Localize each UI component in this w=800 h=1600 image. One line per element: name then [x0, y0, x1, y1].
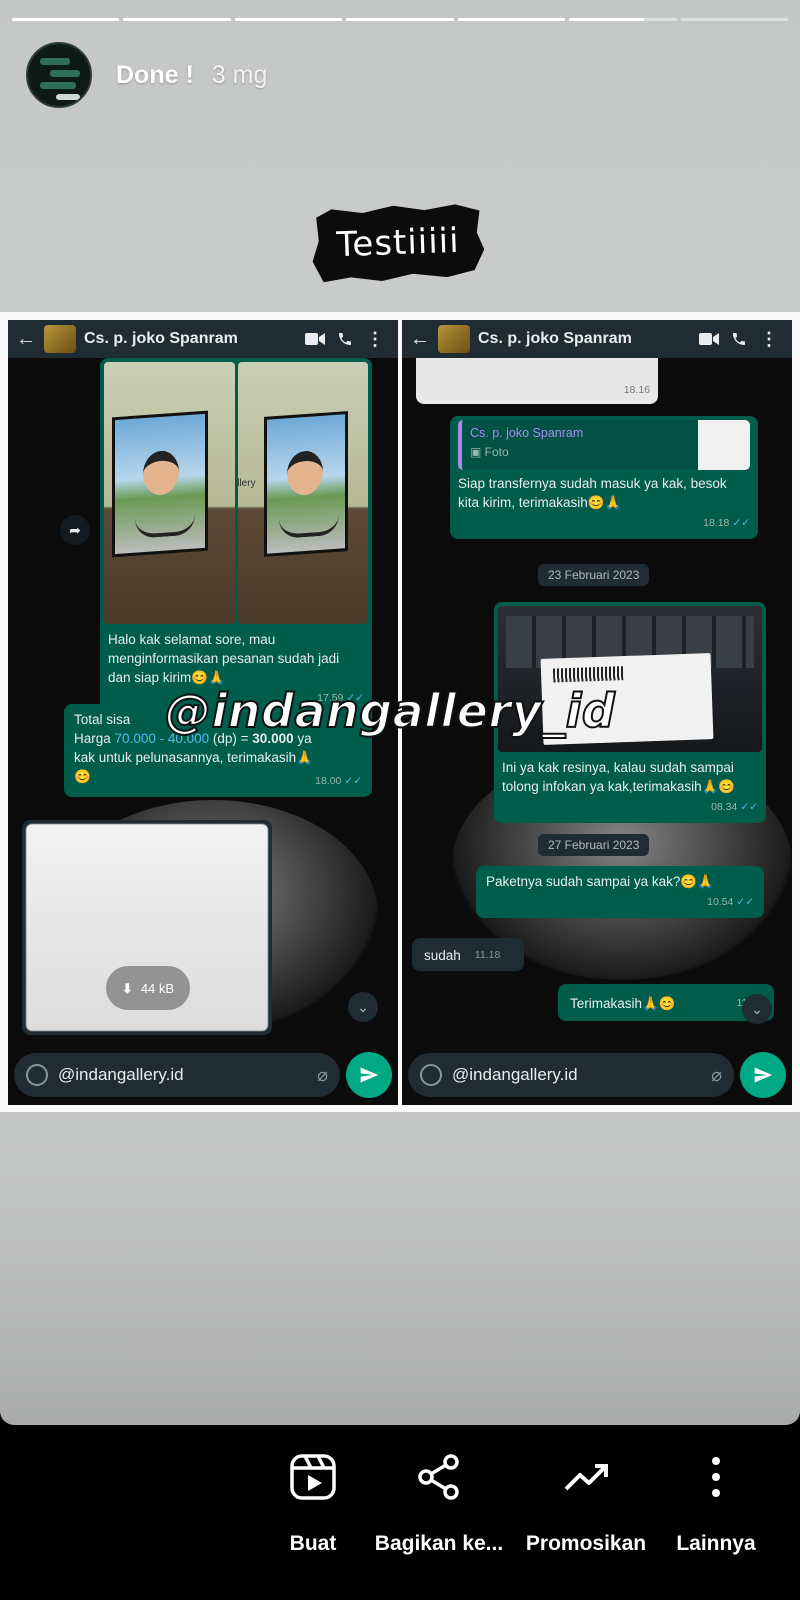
- message-text: Siap transfernya sudah masuk ya kak, bes…: [458, 476, 727, 510]
- attach-icon: ⌀: [711, 1064, 722, 1085]
- photo-icon: ▣: [470, 445, 485, 459]
- send-icon: [346, 1052, 392, 1098]
- progress-segment: [12, 18, 120, 21]
- contact-name: Cs. p. joko Spanram: [478, 330, 632, 347]
- contact-avatar: [438, 325, 470, 353]
- photo-watermark: @indangallery: [238, 478, 256, 489]
- product-photos: @indangallery: [104, 362, 368, 624]
- reels-icon: [289, 1453, 337, 1506]
- message-text: Ini ya kak resinya, kalau sudah sampai t…: [502, 760, 736, 794]
- message-time: 11.18: [474, 949, 501, 961]
- action-label: Bagikan ke...: [374, 1532, 504, 1555]
- reply-type: Foto: [484, 445, 509, 459]
- story-header: Done ! 3 mg: [26, 42, 267, 108]
- read-ticks-icon: ✓✓: [736, 896, 754, 908]
- video-call-icon: [300, 332, 330, 346]
- more-button[interactable]: Lainnya: [636, 1453, 796, 1556]
- trending-up-icon: [562, 1453, 610, 1506]
- product-photo: @indangallery: [237, 362, 368, 624]
- story-action-bar: Buat Bagikan ke... Promosikan Lainnya: [0, 1425, 800, 1600]
- avatar[interactable]: [26, 42, 92, 108]
- forward-icon: ➦: [60, 515, 90, 545]
- composer-text: @indangallery.id: [58, 1065, 184, 1084]
- contact-name: Cs. p. joko Spanram: [84, 330, 238, 347]
- message-time: 18.00: [315, 775, 342, 787]
- action-label: Buat: [289, 1532, 337, 1555]
- message-bubble: 18.16: [416, 358, 658, 404]
- message-bubble: Terimakasih🙏😊 11.18: [558, 984, 774, 1021]
- back-arrow-icon: ←: [16, 327, 36, 350]
- message-time: 08.34: [711, 801, 738, 813]
- attach-icon: ⌀: [317, 1064, 328, 1085]
- message-input: @indangallery.id ⌀: [408, 1053, 734, 1097]
- story-caption-sticker: Testiiiii: [311, 201, 486, 285]
- message-composer: @indangallery.id ⌀: [408, 1052, 786, 1098]
- scroll-down-icon: ⌄: [742, 994, 772, 1024]
- emoji-icon: [26, 1064, 48, 1086]
- progress-segment: [569, 18, 677, 21]
- more-vertical-icon: [692, 1453, 740, 1506]
- download-icon: ⬇: [121, 980, 133, 996]
- message-bubble: sudah 11.18: [412, 938, 524, 971]
- emoji-icon: [420, 1064, 442, 1086]
- message-time: 18.16: [623, 384, 650, 396]
- download-size: 44 kB: [140, 980, 175, 996]
- more-options-icon: ⋮: [760, 328, 778, 349]
- read-ticks-icon: ✓✓: [732, 517, 750, 529]
- send-icon: [740, 1052, 786, 1098]
- chat-header: ← Cs. p. joko Spanram ⋮: [8, 320, 398, 358]
- message-text: sudah: [424, 948, 461, 963]
- more-options-icon: ⋮: [366, 328, 384, 349]
- message-text-line: kak untuk pelunasannya, terimakasih🙏: [74, 750, 313, 765]
- message-text: Terimakasih🙏😊: [570, 996, 676, 1011]
- phone-call-icon: [724, 331, 754, 347]
- message-bubble: ⬇ 44 kB: [22, 820, 272, 1035]
- message-time: 10.54: [707, 896, 734, 908]
- phone-call-icon: [330, 331, 360, 347]
- price-label: Harga: [74, 731, 111, 746]
- message-input: @indangallery.id ⌀: [14, 1053, 340, 1097]
- read-ticks-icon: ✓✓: [740, 801, 758, 813]
- share-to-button[interactable]: Bagikan ke...: [359, 1453, 519, 1556]
- progress-segment: [457, 18, 566, 21]
- reply-thumbnail: [698, 420, 750, 470]
- date-separator: 27 Februari 2023: [538, 834, 650, 856]
- message-bubble: Paketnya sudah sampai ya kak?😊🙏 10.54 ✓✓: [476, 866, 764, 918]
- chat-header: ← Cs. p. joko Spanram ⋮: [402, 320, 792, 358]
- product-photo: [104, 362, 235, 624]
- scroll-down-icon: ⌄: [348, 992, 378, 1022]
- date-separator: 23 Februari 2023: [538, 564, 650, 586]
- back-arrow-icon: ←: [410, 327, 430, 350]
- read-ticks-icon: ✓✓: [344, 775, 362, 787]
- action-label: Promosikan: [525, 1532, 647, 1555]
- action-label: Lainnya: [676, 1532, 756, 1555]
- story-progress-bar: [12, 18, 788, 21]
- share-icon: [415, 1453, 463, 1506]
- caption-text: Testiiiii: [335, 220, 461, 266]
- message-text: Halo kak selamat sore, mau menginformasi…: [108, 632, 340, 685]
- price-total: 70.000: [114, 731, 156, 746]
- reply-quote: Cs. p. joko Spanram ▣ Foto: [458, 420, 750, 470]
- story-username[interactable]: Done !: [116, 61, 194, 90]
- watermark-text: @indangallery_id: [164, 683, 616, 739]
- progress-segment: [234, 18, 343, 21]
- video-call-icon: [694, 332, 724, 346]
- message-bubble: @indangallery Halo kak selamat sore, mau…: [100, 358, 372, 714]
- progress-segment: [680, 18, 788, 21]
- progress-segment: [346, 18, 454, 21]
- composer-text: @indangallery.id: [452, 1065, 578, 1084]
- download-button[interactable]: ⬇ 44 kB: [106, 966, 190, 1010]
- contact-avatar: [44, 325, 76, 353]
- message-composer: @indangallery.id ⌀: [14, 1052, 392, 1098]
- message-time: 18.18: [703, 517, 730, 529]
- story-time: 3 mg: [211, 60, 268, 89]
- screenshot-collage: ← Cs. p. joko Spanram ⋮ ➦ lery Halo kak …: [0, 312, 800, 1112]
- story-view[interactable]: Done ! 3 mg Testiiiii ← Cs. p. joko Span…: [0, 0, 800, 1425]
- message-bubble: Cs. p. joko Spanram ▣ Foto Siap transfer…: [450, 416, 758, 539]
- message-text: Paketnya sudah sampai ya kak?😊🙏: [486, 874, 714, 889]
- progress-segment: [123, 18, 231, 21]
